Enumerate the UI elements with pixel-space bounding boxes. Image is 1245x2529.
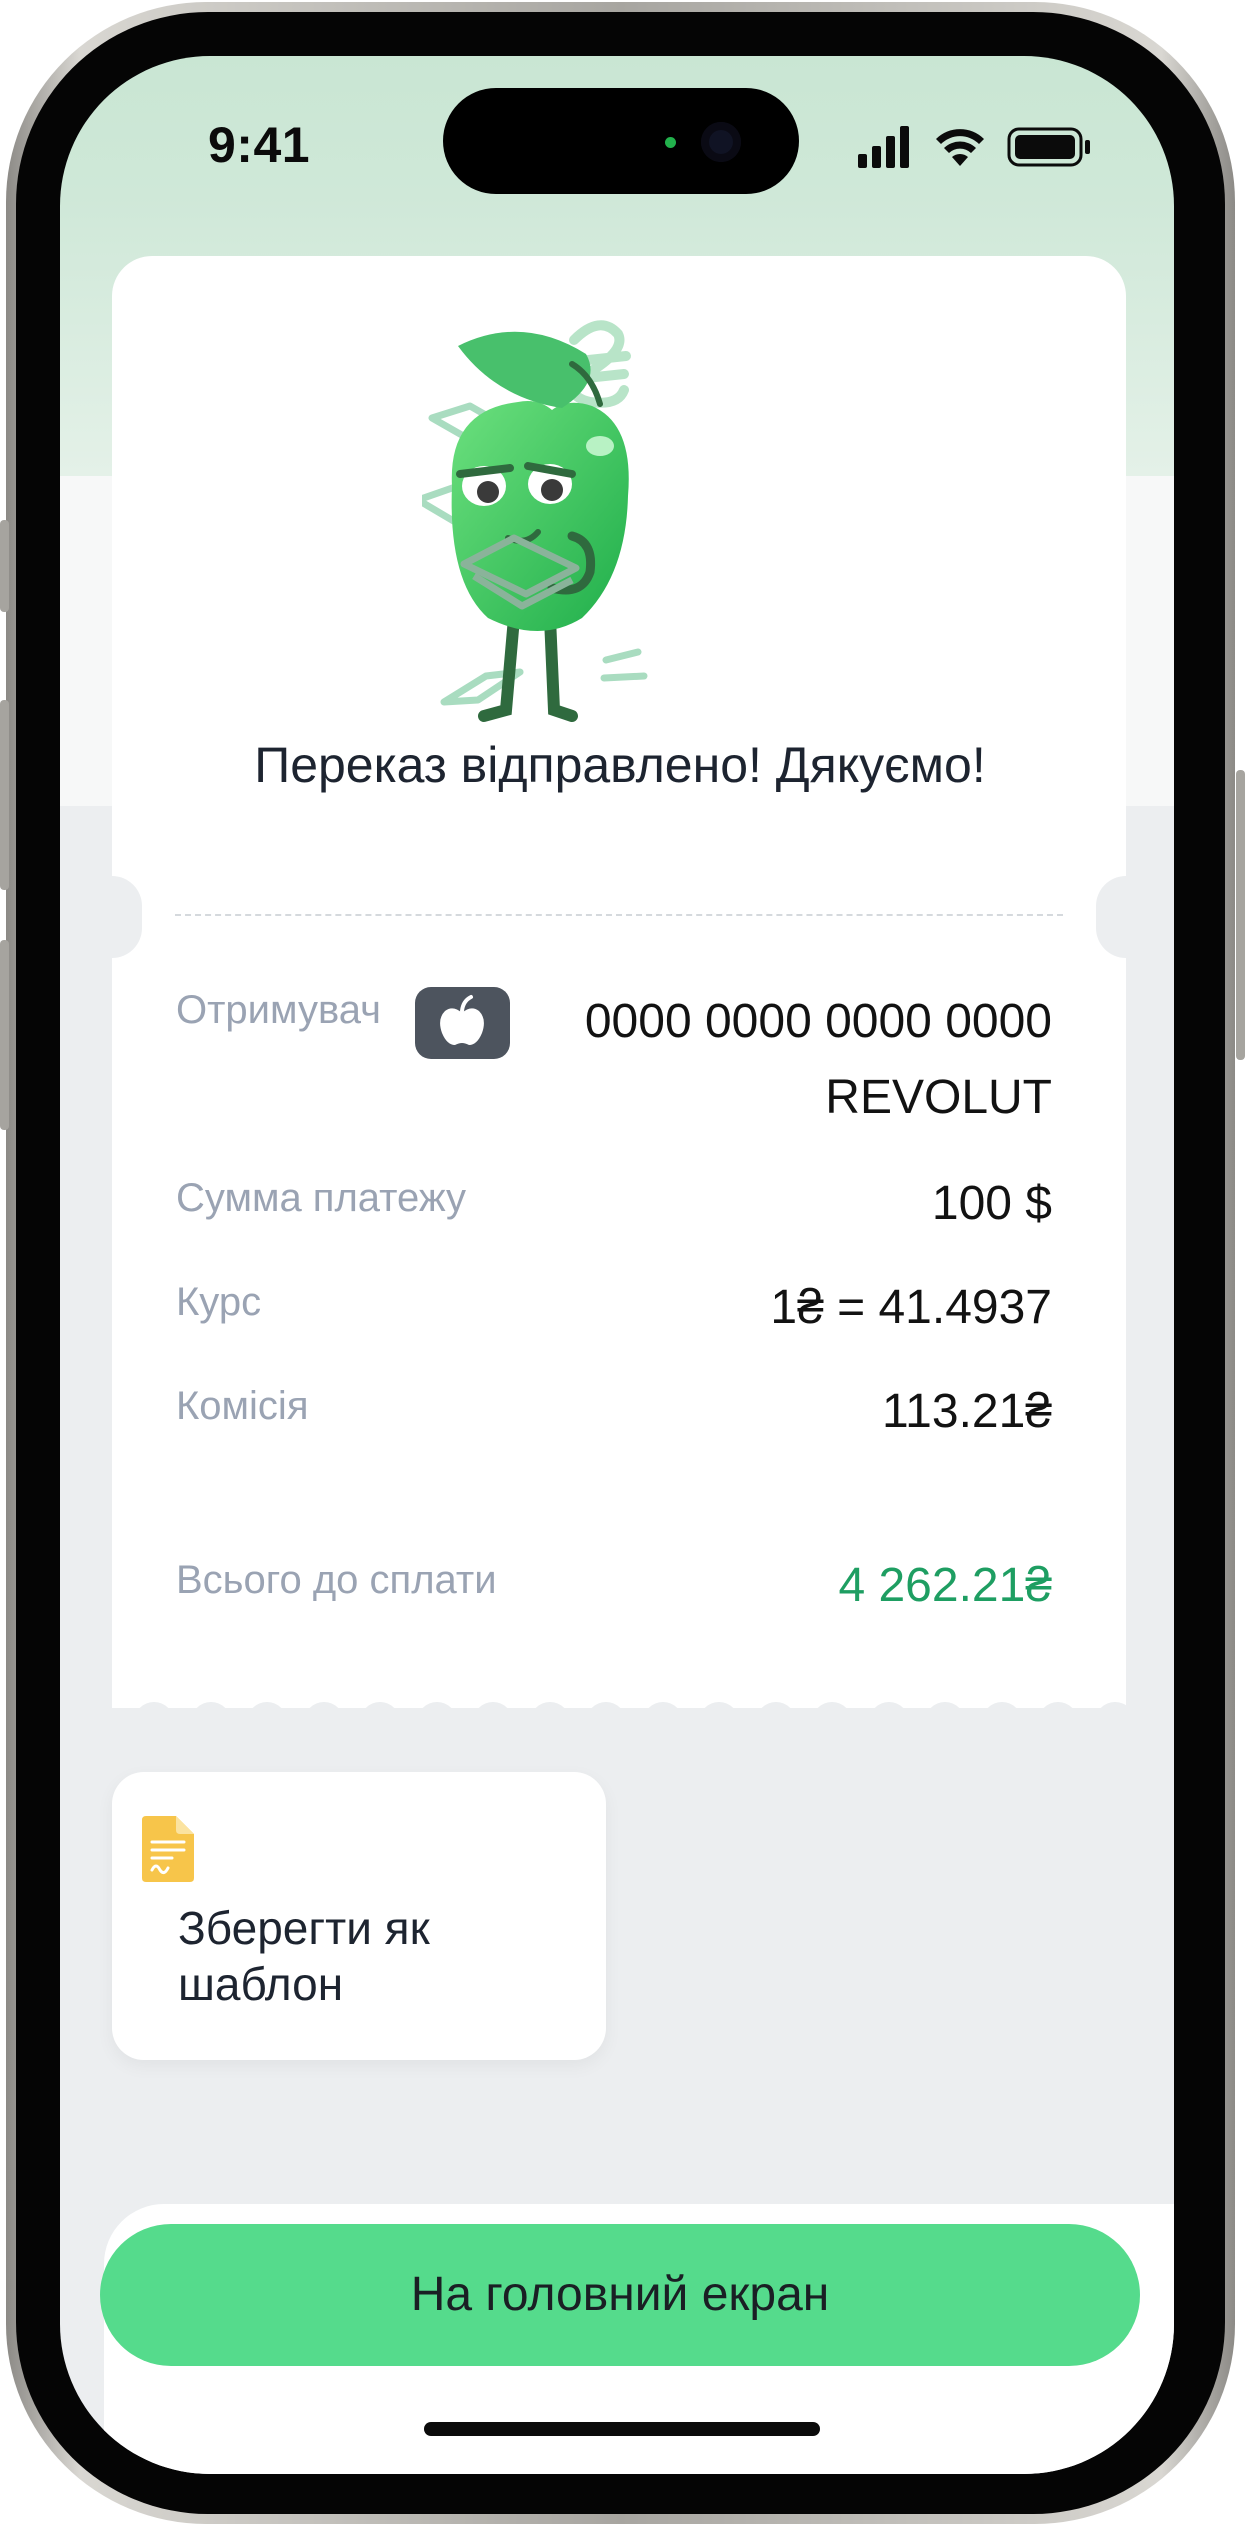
apple-icon: [440, 995, 484, 1045]
ticket-scallop: [586, 1702, 626, 1732]
battery-icon: [1007, 127, 1090, 167]
total-label: Всього до сплати: [176, 1558, 497, 1602]
recipient-label: Отримувач: [176, 988, 381, 1032]
amount-label: Сумма платежу: [176, 1176, 467, 1220]
ticket-scallop: [473, 1702, 513, 1732]
ticket-scallop: [134, 1702, 174, 1732]
apple-mascot-illustration: [422, 320, 648, 722]
ticket-scallop: [247, 1702, 287, 1732]
ticket-notch-right: [1096, 876, 1156, 958]
ticket-scalloped-edge: [112, 1682, 1126, 1732]
front-camera: [701, 122, 741, 162]
ticket-scallop: [1038, 1702, 1078, 1732]
ticket-scallop: [868, 1702, 909, 1732]
ticket-scallop: [416, 1702, 457, 1732]
ticket-scallop: [699, 1702, 739, 1732]
ticket-scallop: [1094, 1702, 1126, 1732]
rate-value: 1₴ = 41.4937: [770, 1281, 1052, 1334]
save-template-label: Зберегти як шаблон: [178, 1902, 430, 2010]
ticket-scallop: [360, 1702, 400, 1732]
screen: 9:41 Переказ відправлено! Дякуємо! Отрим…: [60, 56, 1174, 2474]
ticket-scallop: [812, 1702, 852, 1732]
status-icons: [858, 126, 1090, 168]
wifi-icon: [936, 129, 984, 166]
action-button: [0, 520, 9, 612]
motion-lines: [600, 648, 648, 682]
camera-indicator: [665, 137, 676, 148]
total-value: 4 262.21₴: [838, 1559, 1052, 1612]
rate-label: Курс: [176, 1280, 262, 1324]
fee-value: 113.21₴: [882, 1385, 1052, 1438]
amount-value: 100 $: [931, 1177, 1052, 1230]
recipient-bank: REVOLUT: [825, 1071, 1052, 1124]
volume-up-button: [0, 700, 9, 890]
dynamic-island: [443, 88, 799, 194]
go-home-button[interactable]: На головний екран: [100, 2224, 1140, 2366]
mascot-legs: [478, 612, 578, 722]
volume-down-button: [0, 940, 9, 1130]
ticket-scallop: [529, 1702, 570, 1732]
home-indicator[interactable]: [424, 2422, 820, 2436]
ticket-divider: [175, 914, 1063, 916]
status-time: 9:41: [208, 117, 311, 173]
power-button: [1236, 770, 1245, 1060]
ticket-scallop: [925, 1702, 965, 1732]
ticket-scallop: [190, 1702, 231, 1732]
ticket-scallop: [303, 1702, 344, 1732]
bank-logo: [415, 987, 510, 1059]
signal-icon: [858, 126, 909, 168]
document-icon: [142, 1816, 194, 1882]
fee-label: Комісія: [176, 1384, 309, 1428]
ticket-scallop: [981, 1702, 1022, 1732]
ticket-notch-left: [82, 876, 142, 958]
success-title: Переказ відправлено! Дякуємо!: [254, 737, 986, 793]
ticket-scallop: [642, 1702, 683, 1732]
ticket-scallop: [755, 1702, 796, 1732]
recipient-card-number: 0000 0000 0000 0000: [584, 995, 1052, 1048]
